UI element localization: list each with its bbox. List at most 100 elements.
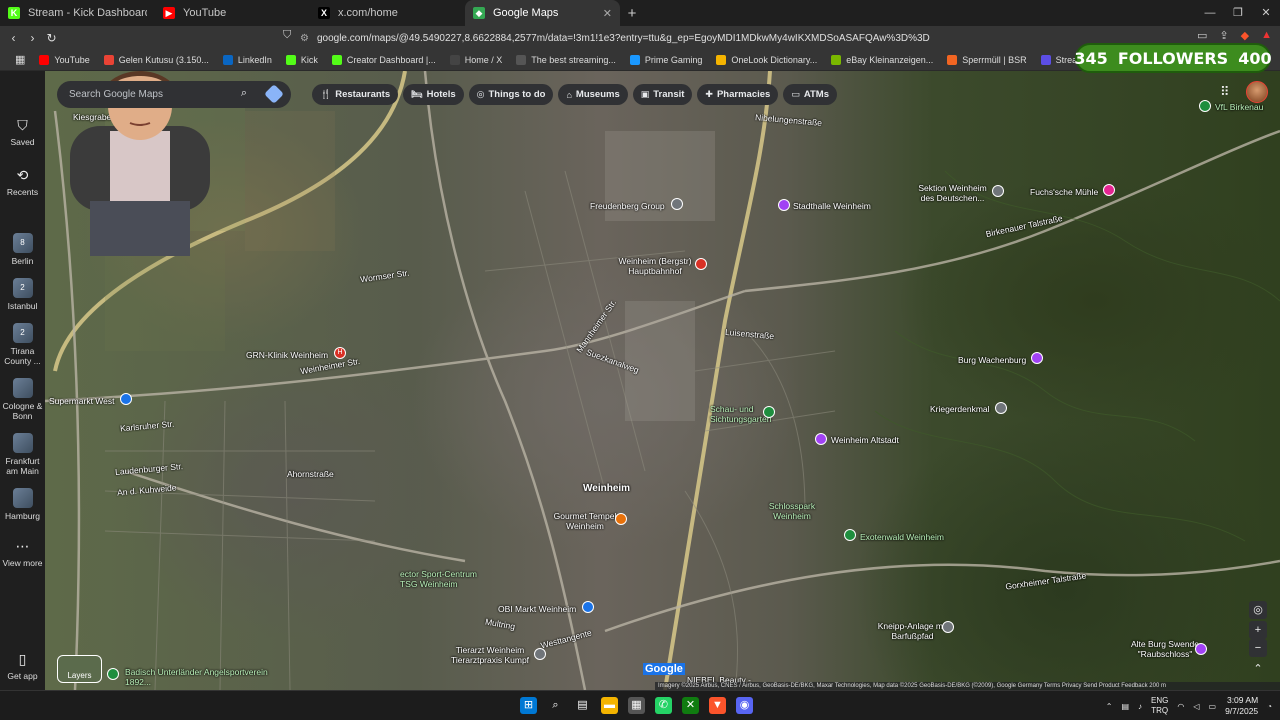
chip-restaurants[interactable]: 🍴 Restaurants (312, 84, 399, 105)
site-info-icon[interactable]: ⚙ (300, 33, 309, 44)
whatsapp-icon[interactable]: ✆ (655, 697, 672, 714)
place-label[interactable]: Weinheim (Bergstr) Hauptbahnhof (610, 256, 700, 276)
chip-transit[interactable]: ▣ Transit (632, 84, 693, 105)
place-label[interactable]: Burg Wachenburg (958, 355, 1026, 365)
discord-icon[interactable]: ◉ (736, 697, 753, 714)
town-label[interactable]: Weinheim (583, 484, 630, 494)
google-apps-icon[interactable]: ⠿ (1220, 84, 1230, 100)
bookmark-item[interactable]: eBay Kleinanzeigen... (824, 54, 940, 65)
expand-icon[interactable]: ⌃ (1249, 660, 1267, 678)
forward-icon[interactable]: › (23, 31, 42, 45)
chip-pharmacies[interactable]: ✚ Pharmacies (697, 84, 779, 105)
task-view-icon[interactable]: ▤ (574, 697, 591, 714)
bookmark-item[interactable]: Prime Gaming (623, 54, 710, 65)
place-pin-icon[interactable] (942, 621, 954, 633)
place-label[interactable]: Kneipp-Anlage mit Barfußpfad (875, 621, 950, 641)
chip-things-to-do[interactable]: ◎ Things to do (468, 84, 554, 105)
search-icon[interactable]: ⌕ (241, 87, 247, 100)
place-label[interactable]: Tierarzt Weinheim Tierarztpraxis Kumpf (445, 645, 535, 665)
my-location-icon[interactable]: ◎ (1249, 601, 1267, 619)
tab-0[interactable]: K Stream - Kick Dashboard (0, 0, 155, 26)
bookmark-item[interactable]: Kick (279, 54, 325, 65)
shop-pin-icon[interactable] (120, 393, 132, 405)
rail-item-3[interactable]: 2 Istanbul (0, 278, 45, 311)
layers-button[interactable]: Layers (57, 655, 102, 683)
shop-pin-icon[interactable] (582, 601, 594, 613)
brave-shield-icon[interactable]: ◆ (1241, 29, 1249, 42)
search-icon[interactable]: ⌕ (547, 697, 564, 714)
place-pin-icon[interactable] (995, 402, 1007, 414)
hospital-pin-icon[interactable]: H (334, 347, 346, 359)
place-label[interactable]: Supermarkt West (49, 396, 115, 406)
network-icon[interactable]: ▤ (1121, 702, 1129, 711)
notification-bell-icon[interactable]: ◔ (1267, 702, 1272, 711)
restaurant-pin-icon[interactable] (615, 513, 627, 525)
rail-item-4[interactable]: 2 Tirana County ... (0, 323, 45, 366)
place-label[interactable]: Freudenberg Group (590, 201, 665, 211)
zoom-in-button[interactable]: + (1249, 621, 1267, 639)
bookmark-item[interactable]: YouTube (32, 54, 96, 65)
sports-pin-icon[interactable] (1199, 100, 1211, 112)
rail-item-7[interactable]: Hamburg (0, 488, 45, 521)
place-pin-icon[interactable] (1103, 184, 1115, 196)
bookmark-item[interactable]: The best streaming... (509, 54, 623, 65)
wifi-icon[interactable]: ◠ (1177, 702, 1184, 711)
address-bar[interactable]: ⚙ google.com/maps/@49.5490227,8.6622884,… (300, 29, 980, 47)
brave-icon[interactable]: ▼ (709, 697, 726, 714)
place-pin-icon[interactable] (1031, 352, 1043, 364)
place-pin-icon[interactable] (107, 668, 119, 680)
rail-item-1[interactable]: ⟲ Recents (0, 167, 45, 197)
place-label[interactable]: Badisch Unterländer Angelsportverein 189… (125, 667, 275, 687)
place-label[interactable]: Exotenwald Weinheim (860, 532, 944, 542)
place-label[interactable]: Fuchs'sche Mühle (1030, 187, 1098, 197)
rail-item-8[interactable]: ⋯ View more (0, 538, 45, 568)
place-pin-icon[interactable] (671, 198, 683, 210)
apps-icon[interactable]: ▦ (8, 53, 32, 66)
account-avatar[interactable] (1246, 81, 1268, 103)
reload-icon[interactable]: ↻ (42, 31, 61, 45)
brave-rewards-icon[interactable]: ▲ (1261, 29, 1272, 42)
place-label[interactable]: Weinheim Altstadt (831, 435, 899, 445)
maximize-button[interactable]: ❐ (1224, 0, 1252, 26)
place-label[interactable]: ector Sport-Centrum TSG Weinheim (400, 569, 490, 589)
windows-start-icon[interactable]: ⊞ (520, 697, 537, 714)
bookmark-item[interactable]: LinkedIn (216, 54, 279, 65)
place-label[interactable]: Sektion Weinheim des Deutschen... (915, 183, 990, 203)
place-label[interactable]: VfL Birkenau (1215, 102, 1263, 112)
bookmark-item[interactable]: Creator Dashboard |... (325, 54, 443, 65)
tab-close-icon[interactable]: ✕ (603, 7, 612, 20)
place-pin-icon[interactable] (534, 648, 546, 660)
file-explorer-icon[interactable]: ▬ (601, 697, 618, 714)
volume-icon[interactable]: ◁ (1193, 702, 1199, 711)
place-label[interactable]: Kriegerdenkmal (930, 404, 990, 414)
back-icon[interactable]: ‹ (4, 31, 23, 45)
place-pin-icon[interactable] (815, 433, 827, 445)
zoom-out-button[interactable]: − (1249, 639, 1267, 657)
park-pin-icon[interactable] (844, 529, 856, 541)
chip-museums[interactable]: ⌂ Museums (558, 84, 628, 105)
rail-item-5[interactable]: Cologne & Bonn (0, 378, 45, 421)
xbox-icon[interactable]: ✕ (682, 697, 699, 714)
place-label[interactable]: OBI Markt Weinheim (498, 604, 576, 614)
clock[interactable]: 3:09 AM 9/7/2025 (1225, 695, 1258, 717)
close-window-button[interactable]: ✕ (1252, 0, 1280, 26)
bookmark-item[interactable]: OneLook Dictionary... (709, 54, 824, 65)
chevron-up-icon[interactable]: ⌃ (1106, 702, 1113, 711)
mic-icon[interactable]: ♪ (1138, 702, 1142, 711)
new-tab-button[interactable]: + (620, 0, 644, 26)
rail-item-9[interactable]: ▯ Get app (0, 651, 45, 681)
search-box[interactable]: Search Google Maps ⌕ (57, 81, 291, 108)
place-label[interactable]: Gourmet Tempel Weinheim (545, 511, 625, 531)
park-pin-icon[interactable] (763, 406, 775, 418)
place-pin-icon[interactable] (992, 185, 1004, 197)
station-pin-icon[interactable] (695, 258, 707, 270)
place-label[interactable]: GRN-Klinik Weinheim (246, 350, 328, 360)
place-label[interactable]: Schlosspark Weinheim (757, 501, 827, 521)
bookmark-item[interactable]: Sperrmüll | BSR (940, 54, 1033, 65)
tab-3[interactable]: ◆ Google Maps ✕ (465, 0, 620, 26)
bookmark-item[interactable]: Gelen Kutusu (3.150... (97, 54, 216, 65)
tab-2[interactable]: Xx.com/home (310, 0, 465, 26)
tab-1[interactable]: ▶ YouTube (155, 0, 310, 26)
bookmark-page-icon[interactable]: ⛉ (283, 29, 291, 42)
language-indicator[interactable]: ENG TRQ (1151, 696, 1168, 716)
